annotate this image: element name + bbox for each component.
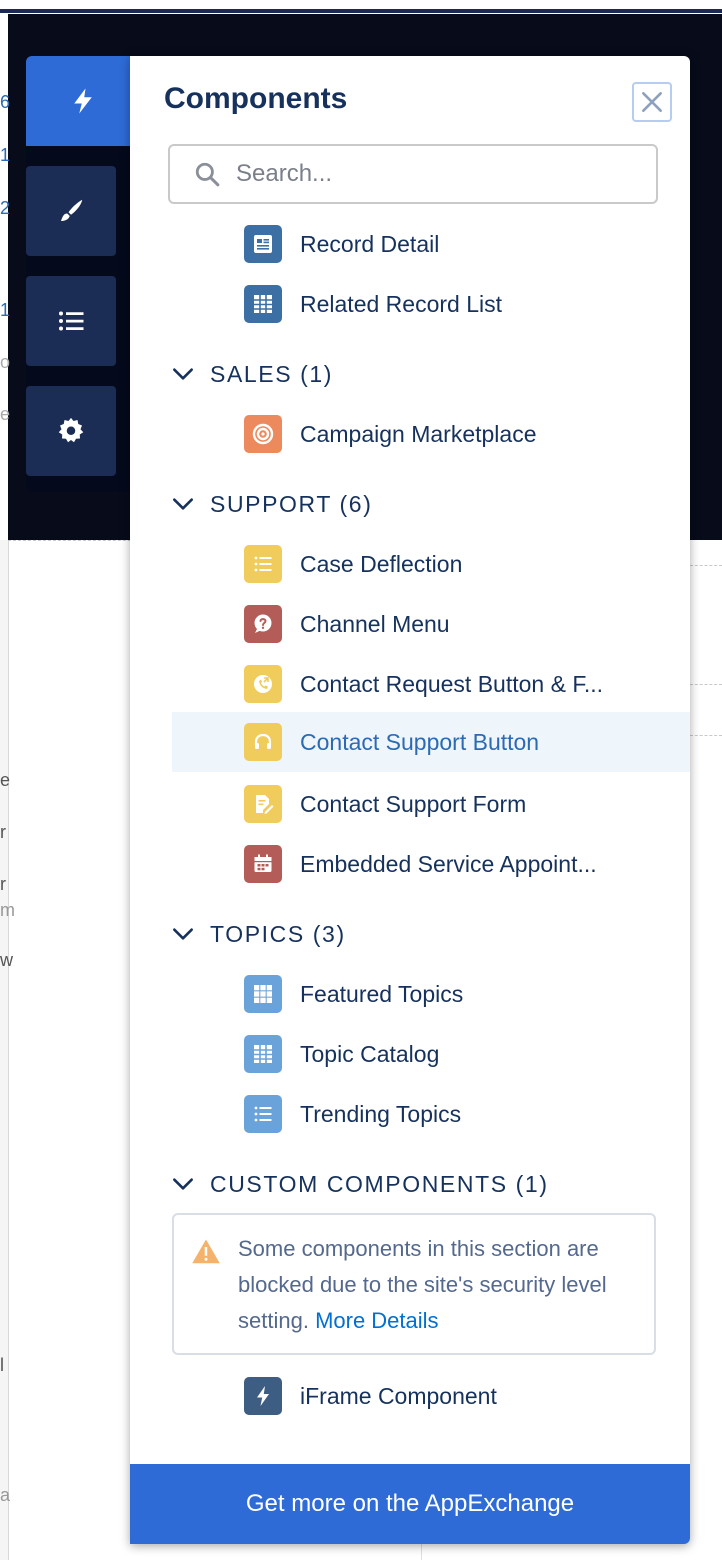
background-text-fragment: 1 bbox=[0, 300, 11, 320]
close-button[interactable] bbox=[632, 82, 672, 122]
component-label: Contact Support Button bbox=[300, 728, 540, 755]
component-label: Trending Topics bbox=[300, 1100, 462, 1127]
rail-pages-button[interactable] bbox=[26, 276, 116, 366]
background-top-stripe bbox=[0, 9, 722, 13]
component-item-campaign-marketplace[interactable]: Campaign Marketplace bbox=[140, 404, 680, 464]
component-item-contact-support-button[interactable]: Contact Support Button bbox=[172, 712, 690, 772]
component-item-contact-request-button[interactable]: Contact Request Button & F... bbox=[140, 654, 680, 714]
phone-return-icon bbox=[244, 665, 282, 703]
background-text-fragment: e bbox=[0, 404, 11, 424]
gear-icon bbox=[58, 417, 84, 443]
appexchange-link-label: Get more on the AppExchange bbox=[245, 1490, 575, 1517]
component-label: Topic Catalog bbox=[300, 1040, 440, 1067]
component-item-contact-support-form[interactable]: Contact Support Form bbox=[140, 774, 680, 834]
component-item-trending-topics[interactable]: Trending Topics bbox=[140, 1084, 680, 1144]
section-title: TOPICS (3) bbox=[210, 920, 346, 947]
background-text-fragment: 6 bbox=[0, 92, 11, 112]
component-label: Case Deflection bbox=[300, 550, 463, 577]
list-icon bbox=[244, 1095, 282, 1133]
background-text-fragment: l bbox=[0, 1355, 4, 1375]
builder-side-rail bbox=[26, 56, 140, 492]
brush-icon bbox=[61, 199, 83, 221]
rail-theme-button[interactable] bbox=[26, 166, 116, 256]
chevron-down-icon bbox=[173, 928, 193, 940]
background-text-fragment: m bbox=[0, 900, 15, 920]
search-box bbox=[168, 144, 658, 204]
list-icon bbox=[244, 545, 282, 583]
calendar-icon bbox=[244, 845, 282, 883]
record-detail-icon bbox=[244, 225, 282, 263]
background-text-fragment: r bbox=[0, 874, 6, 894]
form-edit-icon bbox=[244, 785, 282, 823]
section-header-sales[interactable]: SALES (1) bbox=[170, 354, 333, 394]
section-title: SALES (1) bbox=[210, 360, 334, 387]
component-item-channel-menu[interactable]: Channel Menu bbox=[140, 594, 680, 654]
component-item-record-detail[interactable]: Record Detail bbox=[140, 214, 680, 274]
table-icon bbox=[244, 1035, 282, 1073]
target-icon bbox=[244, 415, 282, 453]
section-header-custom-components[interactable]: CUSTOM COMPONENTS (1) bbox=[170, 1164, 549, 1204]
component-label: Channel Menu bbox=[300, 610, 450, 637]
background-text-fragment: 1 bbox=[0, 145, 11, 165]
section-header-support[interactable]: SUPPORT (6) bbox=[170, 484, 372, 524]
section-header-topics[interactable]: TOPICS (3) bbox=[170, 914, 346, 954]
appexchange-footer-button[interactable]: Get more on the AppExchange bbox=[130, 1464, 690, 1544]
component-label: Featured Topics bbox=[300, 980, 464, 1007]
component-label: Related Record List bbox=[300, 290, 502, 317]
lightning-icon bbox=[74, 88, 92, 114]
chevron-down-icon bbox=[173, 368, 193, 380]
background-text-fragment: 2 bbox=[0, 198, 11, 218]
question-bubble-icon bbox=[244, 605, 282, 643]
component-item-topic-catalog[interactable]: Topic Catalog bbox=[140, 1024, 680, 1084]
chevron-down-icon bbox=[173, 1178, 193, 1190]
component-item-embedded-service-appointment[interactable]: Embedded Service Appoint... bbox=[140, 834, 680, 894]
close-icon bbox=[642, 92, 662, 112]
chevron-down-icon bbox=[173, 498, 193, 510]
background-left-strip bbox=[0, 540, 9, 1560]
background-text-fragment: w bbox=[0, 950, 13, 970]
background-text-fragment: o bbox=[0, 352, 11, 372]
background-dash bbox=[690, 684, 722, 685]
warning-icon bbox=[192, 1239, 220, 1264]
rail-settings-button[interactable] bbox=[26, 386, 116, 476]
component-label: Record Detail bbox=[300, 230, 440, 257]
search-input[interactable] bbox=[234, 159, 638, 189]
section-title: SUPPORT (6) bbox=[210, 490, 373, 517]
more-details-link[interactable]: More Details bbox=[315, 1308, 438, 1333]
related-list-icon bbox=[244, 285, 282, 323]
component-label: iFrame Component bbox=[300, 1382, 497, 1409]
component-label: Campaign Marketplace bbox=[300, 420, 537, 447]
component-label: Contact Request Button & F... bbox=[300, 670, 603, 697]
component-item-iframe[interactable]: iFrame Component bbox=[140, 1366, 680, 1426]
lightning-icon bbox=[244, 1377, 282, 1415]
component-item-case-deflection[interactable]: Case Deflection bbox=[140, 534, 680, 594]
background-dash bbox=[690, 565, 722, 566]
list-icon bbox=[59, 311, 84, 331]
security-warning-box: Some components in this section are bloc… bbox=[172, 1213, 656, 1355]
components-panel: Components Record Detail Related Record … bbox=[130, 56, 690, 1544]
component-label: Embedded Service Appoint... bbox=[300, 850, 597, 877]
component-label: Contact Support Form bbox=[300, 790, 527, 817]
warning-message: Some components in this section are bloc… bbox=[238, 1231, 648, 1339]
component-item-related-record-list[interactable]: Related Record List bbox=[140, 274, 680, 334]
background-dash bbox=[690, 735, 722, 736]
search-icon bbox=[195, 162, 220, 187]
headset-icon bbox=[244, 723, 282, 761]
section-title: CUSTOM COMPONENTS (1) bbox=[210, 1170, 549, 1197]
panel-title: Components bbox=[164, 82, 348, 115]
grid-icon bbox=[244, 975, 282, 1013]
background-text-fragment: a bbox=[0, 1485, 11, 1505]
component-item-featured-topics[interactable]: Featured Topics bbox=[140, 964, 680, 1024]
background-text-fragment: e bbox=[0, 770, 11, 790]
background-text-fragment: r bbox=[0, 822, 6, 842]
rail-components-button[interactable] bbox=[26, 56, 140, 146]
